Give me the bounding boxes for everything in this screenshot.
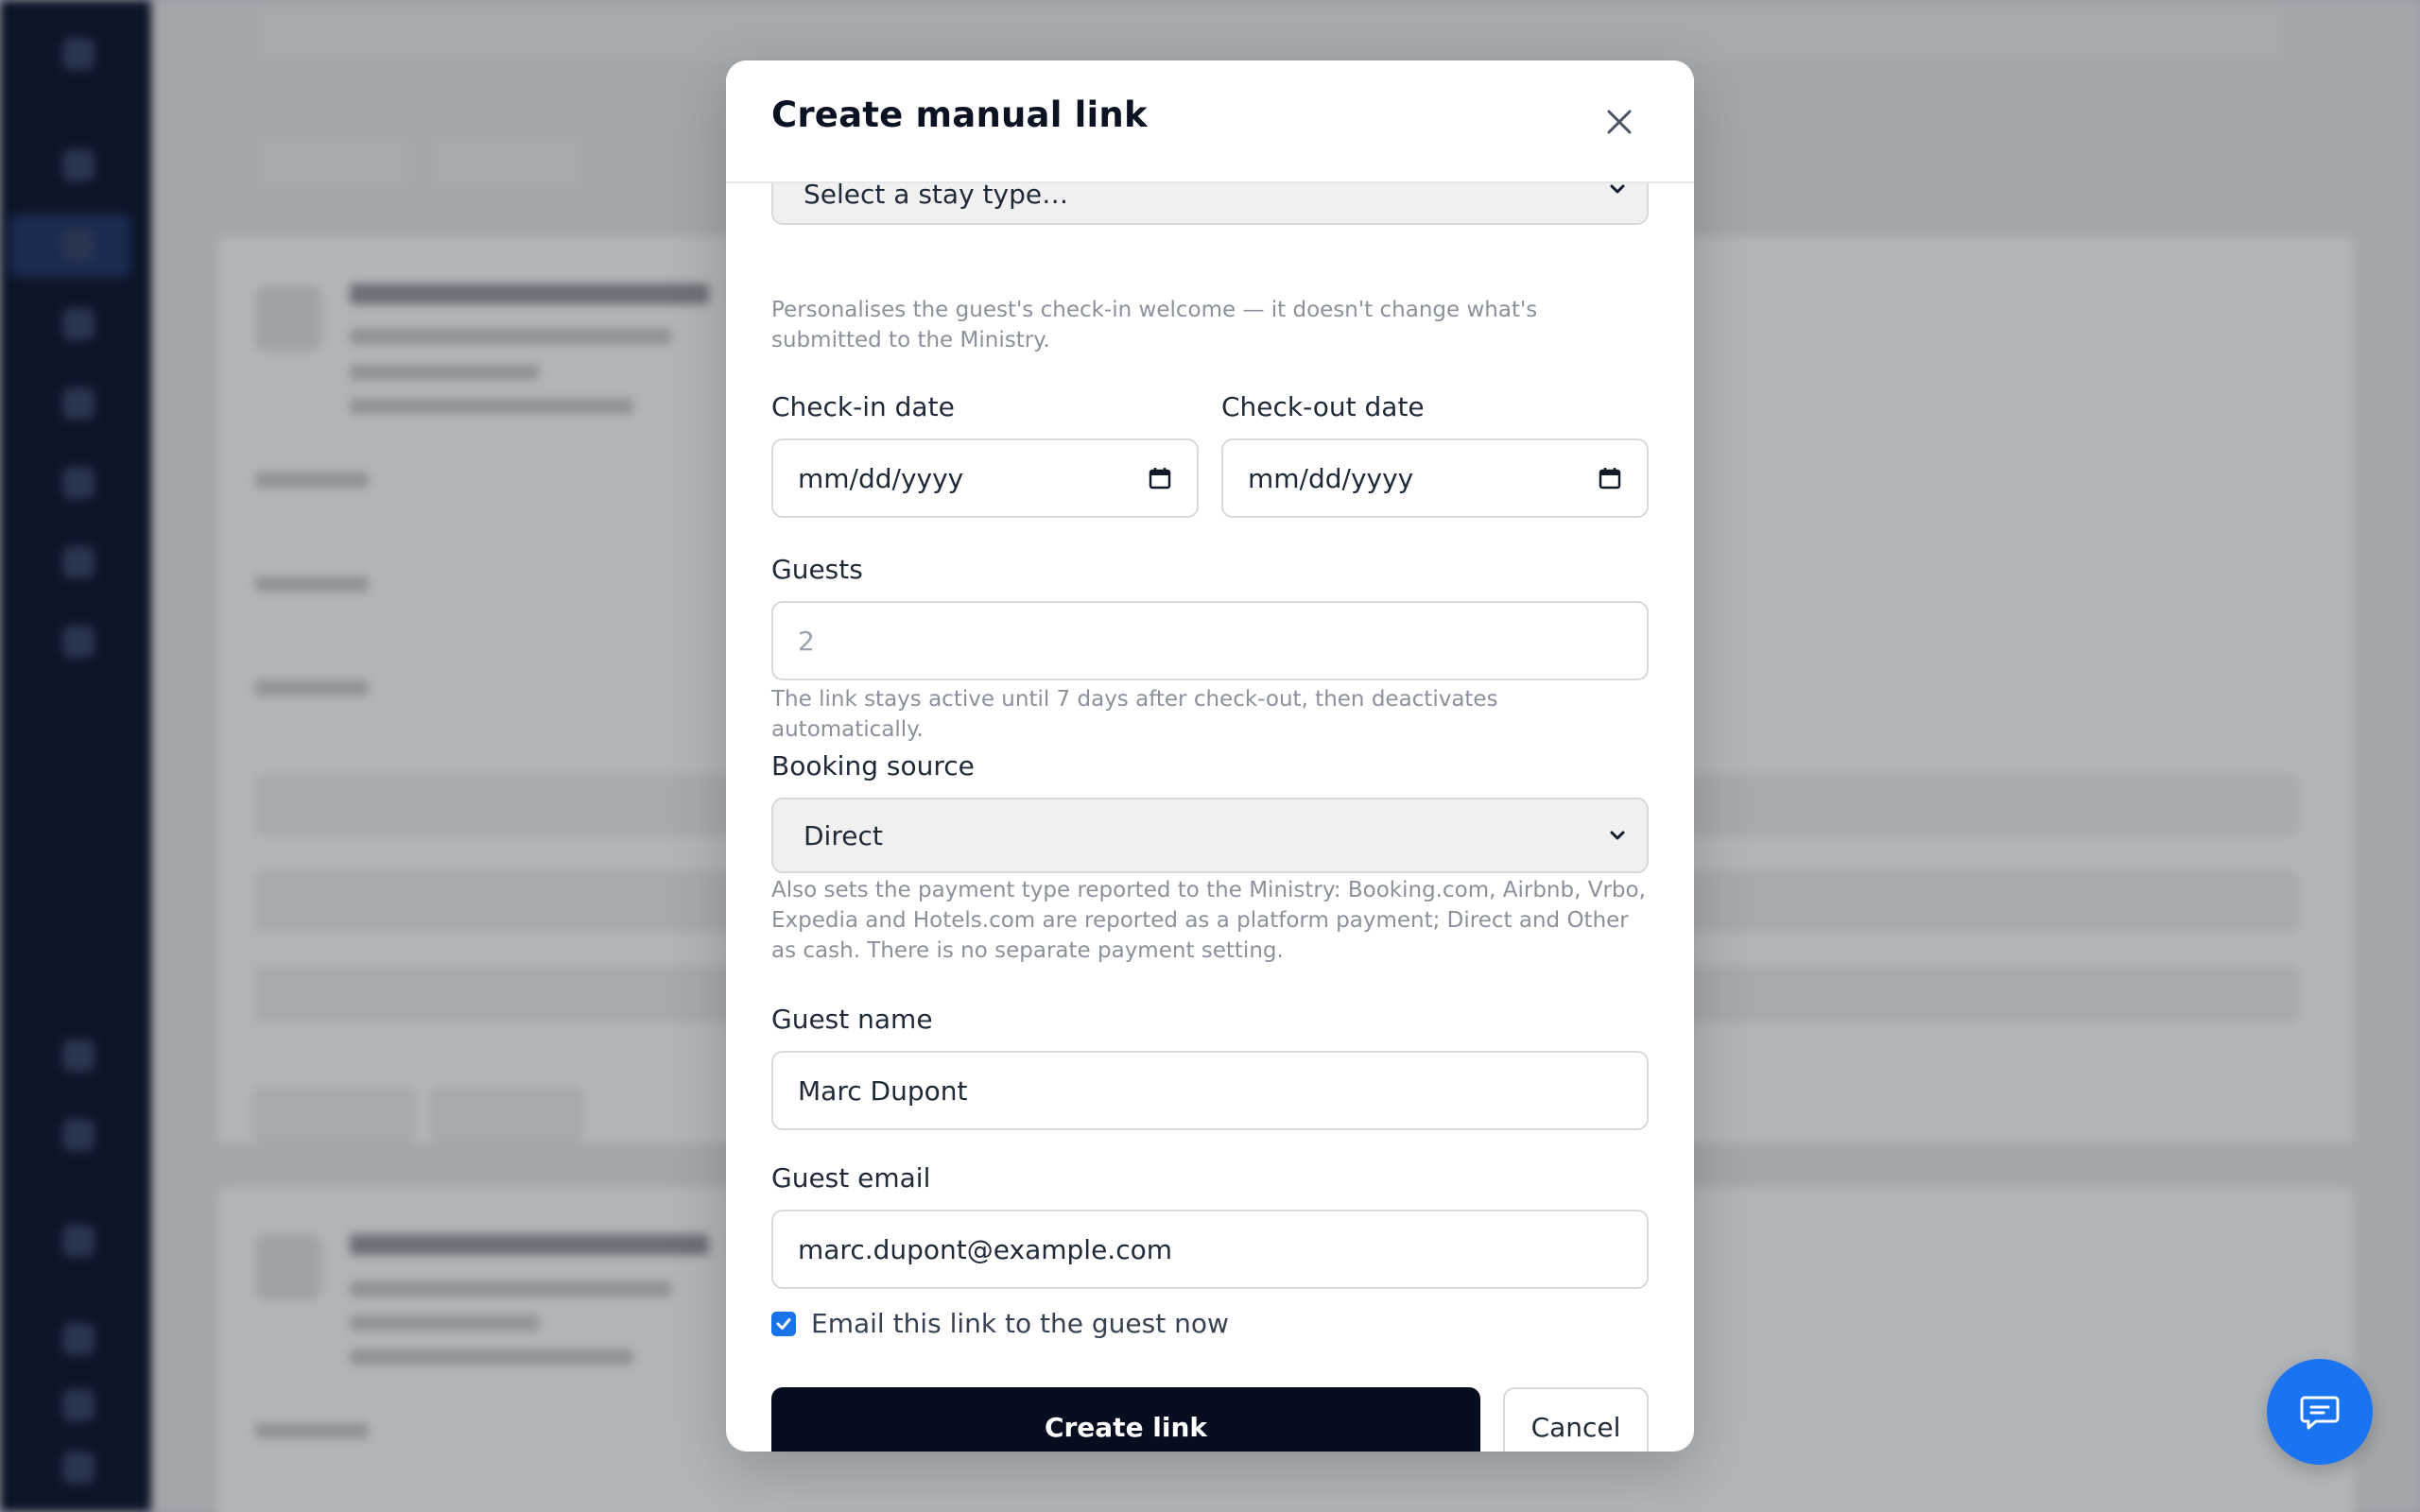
booking-source-select[interactable]: Direct <box>771 798 1649 873</box>
sidebar-icon <box>62 1389 95 1421</box>
guests-input[interactable]: 2 <box>771 601 1649 680</box>
guest-email-input[interactable]: marc.dupont@example.com <box>771 1210 1649 1289</box>
guest-name-input[interactable]: Marc Dupont <box>771 1051 1649 1130</box>
sidebar-icon <box>62 229 95 261</box>
sidebar-icon <box>62 546 95 578</box>
property-detail <box>350 365 539 380</box>
guest-name-value: Marc Dupont <box>798 1074 968 1107</box>
calendar-icon[interactable] <box>1598 466 1622 490</box>
checkin-label: Check-in date <box>771 391 955 422</box>
booking-source-selected: Direct <box>804 819 883 851</box>
sidebar <box>0 0 151 1512</box>
stay-type-help: Personalises the guest's check-in welcom… <box>771 298 1538 352</box>
property-detail <box>350 399 633 414</box>
property-detail <box>350 1349 633 1365</box>
checkout-label: Check-out date <box>1221 391 1425 422</box>
sidebar-icon <box>62 1225 95 1257</box>
sidebar-icon <box>62 387 95 420</box>
close-button[interactable] <box>1596 98 1643 146</box>
checkin-date-input[interactable]: mm/dd/yyyy <box>771 438 1199 518</box>
sidebar-icon <box>62 467 95 499</box>
field <box>255 1423 369 1438</box>
tag <box>253 1087 414 1143</box>
field <box>255 680 369 696</box>
dialog-header: Create manual link <box>726 60 1694 183</box>
chat-button[interactable] <box>2267 1359 2373 1465</box>
property-detail <box>350 1281 671 1297</box>
sidebar-icon <box>62 149 95 181</box>
property-detail <box>350 1315 539 1331</box>
tag <box>253 134 414 191</box>
guests-help: The link stays active until 7 days after… <box>771 687 1498 742</box>
tag <box>431 1087 582 1143</box>
dialog-title: Create manual link <box>771 94 1148 135</box>
checkout-date-input[interactable]: mm/dd/yyyy <box>1221 438 1649 518</box>
create-link-button[interactable]: Create link <box>771 1387 1480 1452</box>
booking-source-label: Booking source <box>771 750 975 782</box>
tag <box>431 134 582 191</box>
booking-source-help: Also sets the payment type reported to t… <box>771 878 1646 963</box>
guests-label: Guests <box>771 554 863 585</box>
property-detail <box>350 329 671 344</box>
sidebar-icon <box>62 1452 95 1484</box>
property-name <box>350 284 709 304</box>
create-manual-link-dialog: Create manual link Select a stay type… P… <box>726 60 1694 1452</box>
chevron-down-icon <box>1610 831 1625 840</box>
email-now-checkbox[interactable] <box>771 1312 796 1336</box>
close-icon <box>1607 110 1632 134</box>
field <box>255 576 369 592</box>
property-name <box>350 1234 709 1255</box>
sidebar-icon <box>62 1323 95 1355</box>
cancel-button[interactable]: Cancel <box>1503 1387 1649 1452</box>
field <box>255 472 369 488</box>
sidebar-icon <box>62 1040 95 1072</box>
property-icon <box>255 285 321 352</box>
sidebar-icon <box>62 308 95 340</box>
property-icon <box>255 1234 321 1300</box>
guest-email-label: Guest email <box>771 1162 931 1194</box>
guest-email-value: marc.dupont@example.com <box>798 1233 1172 1265</box>
calendar-icon[interactable] <box>1148 466 1172 490</box>
email-now-label[interactable]: Email this link to the guest now <box>811 1308 1229 1339</box>
sidebar-icon <box>62 1119 95 1151</box>
checkin-date-value: mm/dd/yyyy <box>798 462 964 494</box>
check-icon <box>776 1318 791 1330</box>
sidebar-icon <box>62 38 95 70</box>
link-bar <box>253 8 2286 64</box>
sidebar-icon <box>62 626 95 658</box>
checkout-date-value: mm/dd/yyyy <box>1248 462 1414 494</box>
guests-placeholder: 2 <box>798 625 815 657</box>
chat-icon <box>2300 1396 2340 1430</box>
guest-name-label: Guest name <box>771 1004 933 1035</box>
